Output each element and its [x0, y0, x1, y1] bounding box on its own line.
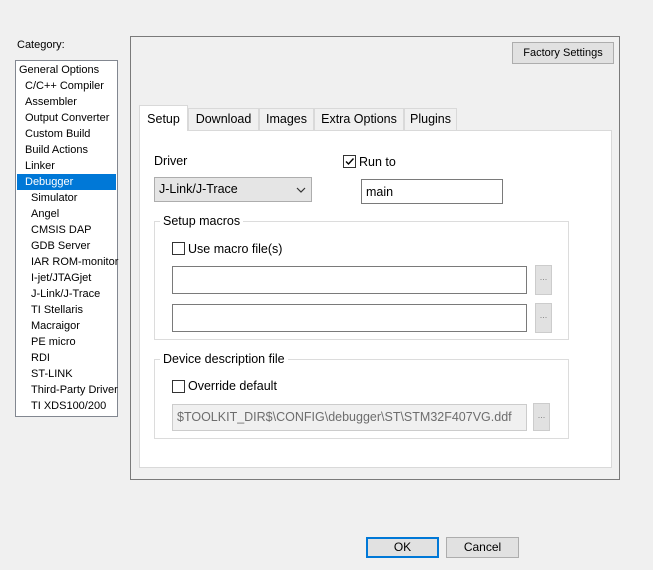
device-description-input[interactable]: $TOOLKIT_DIR$\CONFIG\debugger\ST\STM32F4… [172, 404, 527, 431]
category-item[interactable]: J-Link/J-Trace [17, 286, 116, 302]
run-to-label: Run to [359, 155, 396, 169]
driver-label: Driver [154, 154, 188, 168]
category-item[interactable]: TI XDS100/200 [17, 398, 116, 414]
category-item[interactable]: GDB Server [17, 238, 116, 254]
checkmark-icon [345, 158, 355, 166]
device-description-title: Device description file [160, 352, 288, 366]
category-label: Category: [17, 39, 65, 51]
tab-extra-options[interactable]: Extra Options [314, 108, 404, 130]
run-to-input[interactable]: main [361, 179, 503, 204]
category-item[interactable]: Macraigor [17, 318, 116, 334]
override-default-label: Override default [188, 379, 277, 393]
run-to-checkbox[interactable] [343, 155, 356, 168]
driver-dropdown-value: J-Link/J-Trace [159, 182, 238, 196]
category-list[interactable]: General Options C/C++ Compiler Assembler Ou… [15, 60, 118, 417]
tab-download[interactable]: Download [188, 108, 259, 130]
category-item[interactable]: ST-LINK [17, 366, 116, 382]
category-item[interactable]: I-jet/JTAGjet [17, 270, 116, 286]
category-item[interactable]: PE micro [17, 334, 116, 350]
category-item[interactable]: Build Actions [17, 142, 116, 158]
macro-file-input-1[interactable] [172, 266, 527, 294]
ok-button[interactable]: OK [366, 537, 439, 558]
category-item[interactable]: C/C++ Compiler [17, 78, 116, 94]
category-item[interactable]: CMSIS DAP [17, 222, 116, 238]
override-default-checkbox[interactable] [172, 380, 185, 393]
factory-settings-button[interactable]: Factory Settings [512, 42, 614, 64]
category-item[interactable]: Debugger [17, 174, 116, 190]
category-item[interactable]: Custom Build [17, 126, 116, 142]
use-macro-label: Use macro file(s) [188, 242, 283, 256]
category-item[interactable]: IAR ROM-monitor [17, 254, 118, 270]
macro-file-input-2[interactable] [172, 304, 527, 332]
macro-browse-button-2[interactable]: ... [535, 303, 552, 333]
tab-images[interactable]: Images [259, 108, 314, 130]
macro-browse-button-1[interactable]: ... [535, 265, 552, 295]
category-item[interactable]: Angel [17, 206, 116, 222]
category-item[interactable]: Linker [17, 158, 116, 174]
category-item[interactable]: RDI [17, 350, 116, 366]
category-item[interactable]: TI Stellaris [17, 302, 116, 318]
chevron-down-icon [296, 185, 306, 197]
use-macro-checkbox[interactable] [172, 242, 185, 255]
driver-dropdown[interactable]: J-Link/J-Trace [154, 177, 312, 202]
run-to-value: main [366, 185, 394, 199]
cancel-button[interactable]: Cancel [446, 537, 519, 558]
device-description-path: $TOOLKIT_DIR$\CONFIG\debugger\ST\STM32F4… [177, 410, 512, 424]
category-item[interactable]: Output Converter [17, 110, 116, 126]
category-item[interactable]: General Options [17, 62, 116, 78]
category-item[interactable]: Third-Party Driver [17, 382, 118, 398]
setup-macros-title: Setup macros [160, 214, 244, 228]
tab-plugins[interactable]: Plugins [404, 108, 457, 130]
device-description-browse-button[interactable]: ... [533, 403, 550, 431]
category-item[interactable]: Simulator [17, 190, 116, 206]
category-item[interactable]: Assembler [17, 94, 116, 110]
tab-setup[interactable]: Setup [139, 105, 188, 131]
